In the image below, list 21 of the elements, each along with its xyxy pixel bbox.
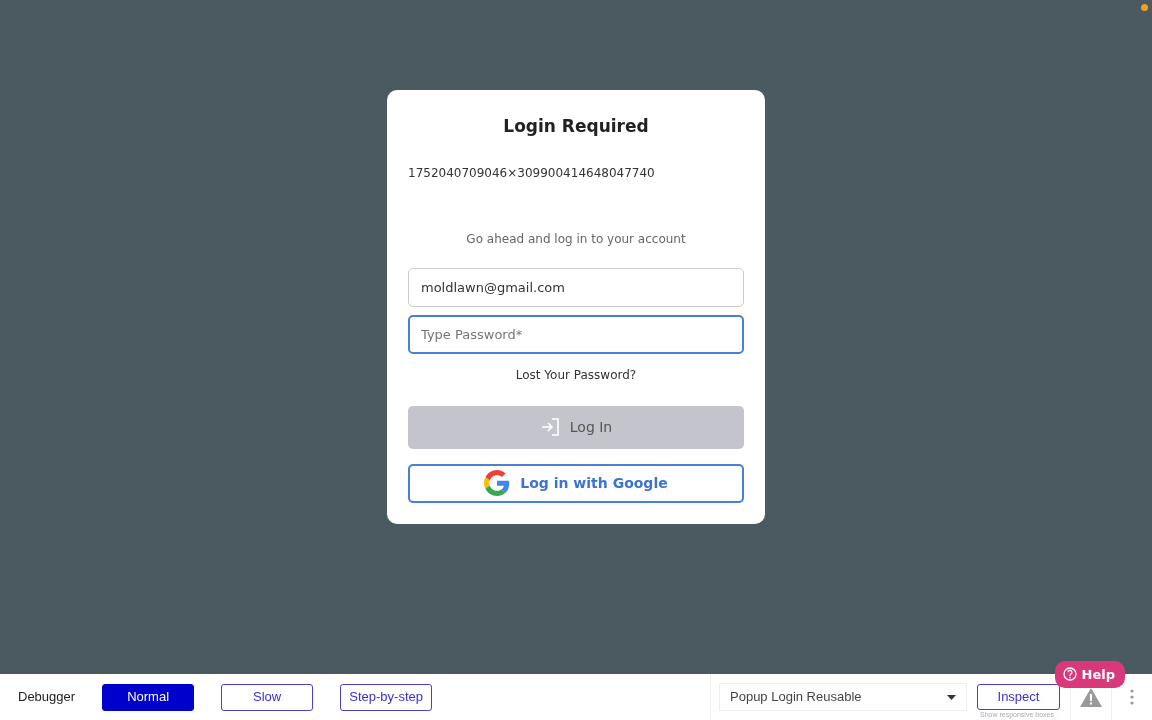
speed-mode-button[interactable]: Step-by-step [340,683,433,711]
inspect-button[interactable]: Inspect [977,684,1060,710]
email-field[interactable]: moldlawn@gmail.com [408,267,744,307]
subtitle: Go ahead and log in to your account [465,230,687,248]
page-dropdown[interactable]: Popup Login Reusable [719,683,967,711]
google-icon [484,470,511,496]
password-field[interactable]: Type Password* [408,314,744,354]
dialog-title: Login Required [502,115,650,138]
speed-mode-button[interactable]: Normal [102,683,195,711]
status-dot [1141,4,1148,11]
speed-mode-button[interactable]: Slow [221,683,314,711]
session-code: 1752040709046×309900414648047740 [408,164,656,182]
help-icon [1062,667,1077,682]
debugger-label: Debugger [18,688,76,707]
login-icon [539,418,560,436]
caret-icon [947,694,956,700]
more-icon[interactable] [1130,689,1134,705]
google-login-button[interactable]: Log in with Google [408,463,744,503]
lost-password-link[interactable]: Lost Your Password? [515,367,637,382]
warning-icon[interactable] [1080,687,1102,707]
help-button[interactable]: Help [1054,660,1125,688]
